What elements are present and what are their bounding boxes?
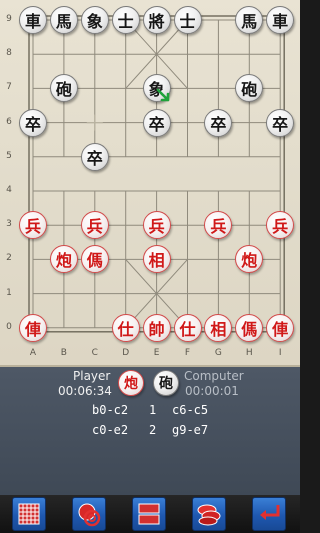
file-label: H bbox=[245, 348, 253, 358]
red-horse-c2[interactable]: 傌 bbox=[80, 245, 109, 274]
file-label: C bbox=[91, 348, 98, 358]
black-advisor-f9[interactable]: 士 bbox=[173, 6, 202, 34]
black-soldier-e6[interactable]: 卒 bbox=[142, 108, 171, 137]
red-soldier-a3[interactable]: 兵 bbox=[19, 211, 47, 240]
black-general-e9[interactable]: 將 bbox=[142, 6, 171, 34]
black-horse-b9[interactable]: 馬 bbox=[49, 6, 78, 34]
player-timer: 00:06:34 bbox=[58, 384, 112, 398]
red-general-e0[interactable]: 帥 bbox=[142, 313, 171, 342]
move-1-number: 1 bbox=[149, 403, 157, 417]
file-label: B bbox=[60, 348, 67, 358]
computer-label: Computer bbox=[184, 369, 244, 383]
game-info-panel: Player 00:06:34 炮 砲 Computer 00:00:01 b0… bbox=[0, 367, 300, 495]
player-label: Player bbox=[73, 369, 111, 383]
move-1-computer: c6-c5 bbox=[172, 403, 209, 417]
black-soldier-i6[interactable]: 卒 bbox=[266, 108, 295, 137]
new-game-grid-icon bbox=[18, 503, 40, 525]
pieces-button[interactable] bbox=[192, 497, 226, 531]
red-horse-h0[interactable]: 傌 bbox=[235, 313, 264, 342]
computer-turn-piece: 砲 bbox=[153, 370, 179, 396]
black-elephant-c9[interactable]: 象 bbox=[80, 6, 109, 34]
red-advisor-f0[interactable]: 仕 bbox=[173, 313, 202, 342]
player-turn-piece: 炮 bbox=[118, 370, 144, 396]
red-elephant-g0[interactable]: 相 bbox=[204, 313, 233, 342]
move-1-player: b0-c2 bbox=[92, 403, 129, 417]
rank-label: 7 bbox=[6, 82, 12, 93]
move-2-computer: g9-e7 bbox=[172, 423, 209, 437]
black-chariot-i9[interactable]: 車 bbox=[266, 6, 295, 34]
red-chariot-i0[interactable]: 俥 bbox=[266, 313, 295, 342]
rank-label: 2 bbox=[6, 253, 12, 264]
computer-timer: 00:00:01 bbox=[185, 384, 239, 398]
game-board[interactable]: 9876543210 ABCDEFGHI 車馬象士將士馬車砲象砲卒卒卒卒卒兵兵兵… bbox=[0, 0, 300, 367]
new-game-button[interactable] bbox=[12, 497, 46, 531]
board-button[interactable] bbox=[132, 497, 166, 531]
black-soldier-g6[interactable]: 卒 bbox=[204, 108, 233, 137]
file-label: E bbox=[153, 348, 160, 358]
black-soldier-a6[interactable]: 卒 bbox=[19, 108, 47, 137]
file-label: D bbox=[122, 348, 130, 358]
green-arrow-icon bbox=[156, 88, 170, 102]
black-chariot-a9[interactable]: 車 bbox=[19, 6, 47, 34]
red-soldier-c3[interactable]: 兵 bbox=[80, 211, 109, 240]
undo-button[interactable] bbox=[252, 497, 286, 531]
rank-label: 6 bbox=[6, 116, 12, 127]
board-grid bbox=[28, 15, 285, 333]
file-label: I bbox=[278, 348, 282, 358]
red-elephant-e2[interactable]: 相 bbox=[142, 245, 171, 274]
red-soldier-e3[interactable]: 兵 bbox=[142, 211, 171, 240]
file-label: G bbox=[214, 348, 222, 358]
rank-label: 9 bbox=[6, 14, 12, 24]
red-advisor-d0[interactable]: 仕 bbox=[111, 313, 140, 342]
stop-button[interactable] bbox=[72, 497, 106, 531]
rank-label: 5 bbox=[6, 150, 12, 161]
rank-label: 8 bbox=[6, 48, 12, 59]
file-label: A bbox=[29, 348, 37, 358]
black-advisor-d9[interactable]: 士 bbox=[111, 6, 140, 34]
rank-label: 4 bbox=[6, 185, 12, 195]
red-chariot-a0[interactable]: 俥 bbox=[19, 313, 47, 342]
bottom-toolbar bbox=[0, 495, 300, 533]
rank-label: 3 bbox=[6, 219, 12, 230]
board-split-icon bbox=[138, 503, 160, 525]
move-2-player: c0-e2 bbox=[92, 423, 129, 437]
stop-target-icon bbox=[78, 503, 101, 527]
file-label: F bbox=[184, 348, 191, 358]
pieces-stack-icon bbox=[197, 504, 221, 526]
black-soldier-c5[interactable]: 卒 bbox=[80, 142, 109, 171]
move-2-number: 2 bbox=[149, 423, 157, 437]
rank-label: 0 bbox=[6, 321, 12, 332]
undo-arrow-icon bbox=[260, 505, 280, 520]
rank-label: 1 bbox=[6, 287, 12, 298]
